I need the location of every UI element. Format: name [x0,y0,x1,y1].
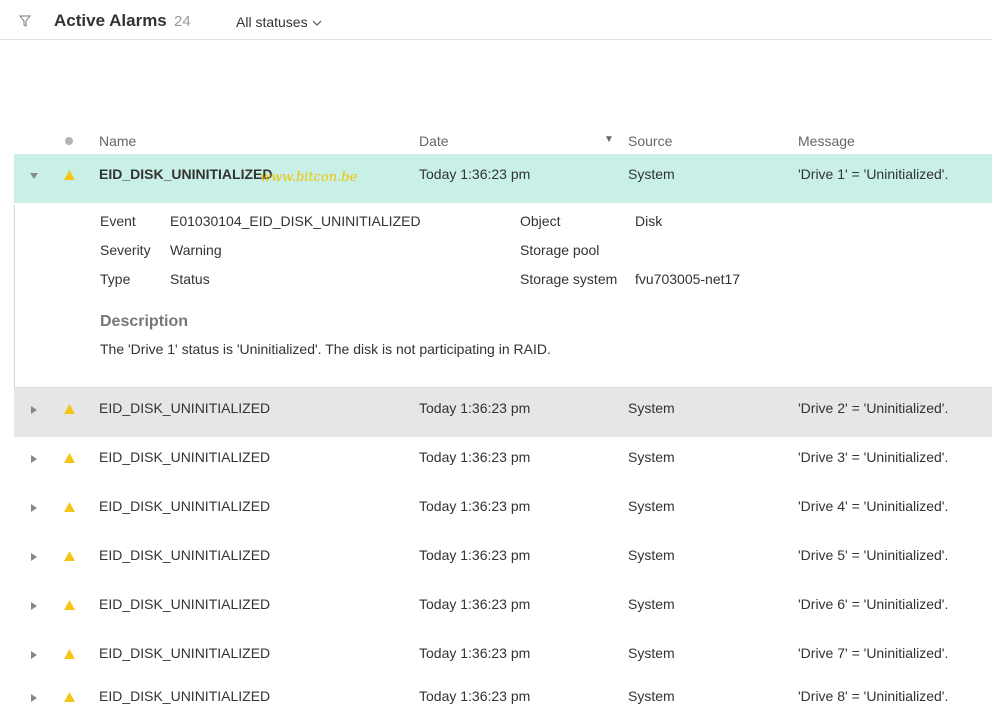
alarm-source: System [628,449,675,465]
alarm-message: 'Drive 3' = 'Uninitialized'. [798,449,949,465]
watermark: www.bitcon.be [260,170,358,185]
warning-icon [64,646,75,659]
alarm-name: EID_DISK_UNINITIALIZED [99,596,271,612]
expand-triangle-icon[interactable] [29,598,39,610]
alarm-name: EID_DISK_UNINITIALIZED [99,645,271,661]
alarm-date: Today 1:36:23 pm [419,645,531,661]
severity-value: Warning [170,242,222,258]
expand-triangle-icon[interactable] [29,549,39,561]
table-row[interactable]: EID_DISK_UNINITIALIZED Today 1:36:23 pm … [14,154,992,203]
column-source[interactable]: Source [628,133,672,149]
severity-label: Severity [100,242,151,258]
type-label: Type [100,271,131,287]
expand-triangle-icon[interactable] [29,690,39,702]
alarm-source: System [628,498,675,514]
table-row[interactable]: EID_DISK_UNINITIALIZED Today 1:36:23 pm … [14,674,992,723]
status-filter-label: All statuses [236,14,308,30]
warning-icon [64,401,75,414]
alarm-date: Today 1:36:23 pm [419,166,531,182]
alarm-date: Today 1:36:23 pm [419,688,531,704]
table-row[interactable]: EID_DISK_UNINITIALIZED Today 1:36:23 pm … [14,437,992,486]
warning-icon [64,548,75,561]
alarm-date: Today 1:36:23 pm [419,498,531,514]
alarm-source: System [628,596,675,612]
alarm-name: EID_DISK_UNINITIALIZED [99,400,271,416]
storage-pool-label: Storage pool [520,242,600,258]
description-text: The 'Drive 1' status is 'Uninitialized'.… [100,341,551,357]
chevron-down-icon [312,20,322,27]
filter-icon[interactable] [18,14,32,27]
expand-triangle-icon[interactable] [29,647,39,659]
status-column-icon[interactable] [65,137,73,145]
expand-triangle-icon[interactable] [29,451,39,463]
alarm-message: 'Drive 2' = 'Uninitialized'. [798,400,949,416]
alarm-name: EID_DISK_UNINITIALIZED [99,547,271,563]
column-message[interactable]: Message [798,133,855,149]
warning-icon [64,499,75,512]
warning-icon [64,689,75,702]
column-name[interactable]: Name [99,133,136,149]
event-value: E01030104_EID_DISK_UNINITIALIZED [170,213,421,229]
collapse-triangle-icon[interactable] [29,168,39,179]
alarm-message: 'Drive 1' = 'Uninitialized'. [798,166,949,182]
alarm-source: System [628,688,675,704]
alarm-name: EID_DISK_UNINITIALIZED [99,498,271,514]
page-title: Active Alarms [54,11,167,30]
table-row[interactable]: EID_DISK_UNINITIALIZED Today 1:36:23 pm … [14,388,992,437]
expand-triangle-icon[interactable] [29,500,39,512]
alarm-name: EID_DISK_UNINITIALIZED [99,688,271,704]
object-label: Object [520,213,561,229]
alarm-count: 24 [174,13,191,30]
warning-icon [64,597,75,610]
alarm-date: Today 1:36:23 pm [419,400,531,416]
column-date[interactable]: Date [419,133,449,149]
alarm-name: EID_DISK_UNINITIALIZED [99,166,273,182]
alarm-message: 'Drive 4' = 'Uninitialized'. [798,498,949,514]
description-title: Description [100,313,189,330]
warning-icon [64,450,75,463]
storage-system-value: fvu703005-net17 [635,271,741,287]
table-row[interactable]: EID_DISK_UNINITIALIZED Today 1:36:23 pm … [14,584,992,633]
page-header: Active Alarms 24 All statuses [0,0,992,40]
type-value: Status [170,271,210,287]
alarm-source: System [628,645,675,661]
alarm-source: System [628,547,675,563]
alarm-message: 'Drive 6' = 'Uninitialized'. [798,596,949,612]
status-filter-dropdown[interactable]: All statuses [236,14,322,30]
alarm-message: 'Drive 5' = 'Uninitialized'. [798,547,949,563]
alarm-source: System [628,166,675,182]
alarm-message: 'Drive 8' = 'Uninitialized'. [798,688,949,704]
expand-triangle-icon[interactable] [29,402,39,414]
object-value: Disk [635,213,663,229]
table-header: Name Date ▼ Source Message [14,130,992,152]
sort-descending-icon[interactable]: ▼ [604,134,614,145]
alarm-date: Today 1:36:23 pm [419,547,531,563]
warning-icon [64,167,75,180]
event-label: Event [100,213,136,229]
storage-system-label: Storage system [520,271,618,287]
table-row[interactable]: EID_DISK_UNINITIALIZED Today 1:36:23 pm … [14,535,992,584]
alarm-date: Today 1:36:23 pm [419,449,531,465]
alarm-date: Today 1:36:23 pm [419,596,531,612]
alarm-source: System [628,400,675,416]
alarm-name: EID_DISK_UNINITIALIZED [99,449,271,465]
alarm-details-panel: Event E01030104_EID_DISK_UNINITIALIZED S… [14,205,992,388]
alarm-message: 'Drive 7' = 'Uninitialized'. [798,645,949,661]
table-row[interactable]: EID_DISK_UNINITIALIZED Today 1:36:23 pm … [14,486,992,535]
